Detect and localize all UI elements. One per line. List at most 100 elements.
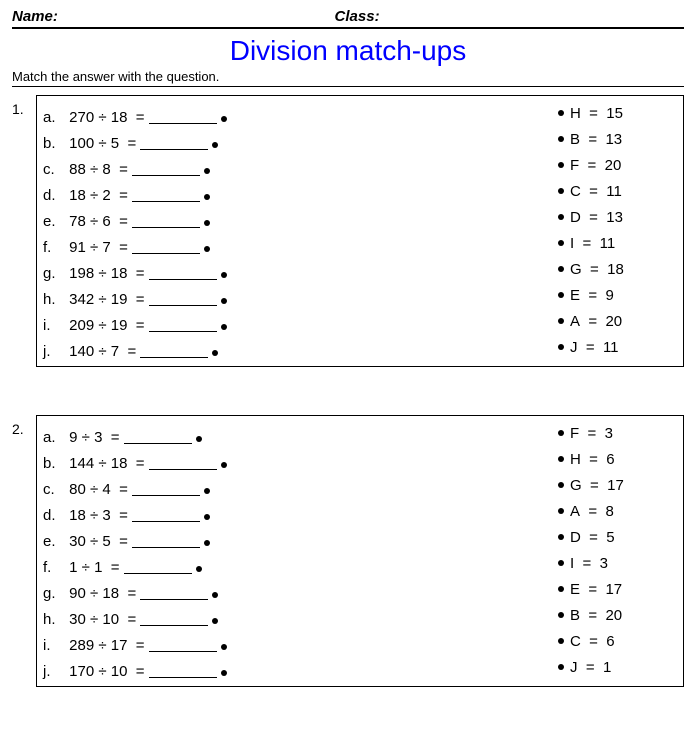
answer-blank[interactable]	[149, 264, 217, 280]
question-expression: 342 ÷ 19 =	[65, 291, 145, 308]
worksheet-header: Name: Class:	[12, 8, 684, 29]
answer-letter: G	[570, 261, 582, 278]
question-row: e. 30 ÷ 5 =	[43, 524, 558, 550]
answer-blank[interactable]	[140, 134, 208, 150]
question-letter: a.	[43, 429, 65, 446]
answer-blank[interactable]	[132, 186, 200, 202]
question-row: d. 18 ÷ 2 =	[43, 178, 558, 204]
question-expression: 140 ÷ 7 =	[65, 343, 136, 360]
worksheet-title: Division match-ups	[12, 35, 684, 67]
question-expression: 88 ÷ 8 =	[65, 161, 128, 178]
answer-equals: =	[580, 131, 605, 148]
problem-box: a. 9 ÷ 3 =b. 144 ÷ 18 =c. 80 ÷ 4 =d. 18 …	[36, 415, 684, 687]
match-dot-icon	[196, 436, 202, 442]
answer-blank[interactable]	[124, 428, 192, 444]
answer-equals: =	[581, 633, 606, 650]
question-expression: 170 ÷ 10 =	[65, 663, 145, 680]
answer-row: I = 3	[558, 550, 673, 576]
answer-letter: D	[570, 209, 581, 226]
answer-blank[interactable]	[149, 290, 217, 306]
answer-letter: H	[570, 105, 581, 122]
answer-blank[interactable]	[132, 532, 200, 548]
match-dot-icon	[558, 136, 564, 142]
answer-blank[interactable]	[140, 610, 208, 626]
question-letter: g.	[43, 265, 65, 282]
match-dot-icon	[221, 116, 227, 122]
answer-value: 20	[605, 157, 622, 174]
answer-letter: H	[570, 451, 581, 468]
question-expression: 91 ÷ 7 =	[65, 239, 128, 256]
answer-blank[interactable]	[124, 558, 192, 574]
question-row: f. 91 ÷ 7 =	[43, 230, 558, 256]
match-dot-icon	[558, 240, 564, 246]
answer-blank[interactable]	[132, 506, 200, 522]
answer-blank[interactable]	[140, 584, 208, 600]
question-expression: 18 ÷ 2 =	[65, 187, 128, 204]
question-letter: j.	[43, 663, 65, 680]
question-expression: 144 ÷ 18 =	[65, 455, 145, 472]
answer-equals: =	[580, 607, 605, 624]
question-row: i. 289 ÷ 17 =	[43, 628, 558, 654]
question-expression: 18 ÷ 3 =	[65, 507, 128, 524]
match-dot-icon	[558, 214, 564, 220]
question-row: c. 80 ÷ 4 =	[43, 472, 558, 498]
match-dot-icon	[212, 142, 218, 148]
match-dot-icon	[196, 566, 202, 572]
match-dot-icon	[558, 508, 564, 514]
match-dot-icon	[558, 664, 564, 670]
question-letter: c.	[43, 161, 65, 178]
match-dot-icon	[558, 266, 564, 272]
question-row: d. 18 ÷ 3 =	[43, 498, 558, 524]
match-dot-icon	[558, 430, 564, 436]
question-row: i. 209 ÷ 19 =	[43, 308, 558, 334]
match-dot-icon	[221, 644, 227, 650]
answer-row: F = 20	[558, 152, 673, 178]
answer-letter: A	[570, 313, 580, 330]
answer-row: A = 20	[558, 308, 673, 334]
match-dot-icon	[558, 534, 564, 540]
answer-row: J = 11	[558, 334, 673, 360]
answer-equals: =	[580, 313, 605, 330]
question-expression: 9 ÷ 3 =	[65, 429, 120, 446]
question-row: b. 100 ÷ 5 =	[43, 126, 558, 152]
answer-value: 6	[606, 633, 614, 650]
answer-row: D = 13	[558, 204, 673, 230]
set-number: 2.	[12, 415, 36, 437]
answer-letter: E	[570, 581, 580, 598]
match-dot-icon	[221, 670, 227, 676]
answer-blank[interactable]	[132, 160, 200, 176]
answer-blank[interactable]	[149, 454, 217, 470]
answer-blank[interactable]	[149, 108, 217, 124]
question-letter: j.	[43, 343, 65, 360]
answer-blank[interactable]	[132, 212, 200, 228]
match-dot-icon	[558, 188, 564, 194]
question-row: g. 198 ÷ 18 =	[43, 256, 558, 282]
question-row: g. 90 ÷ 18 =	[43, 576, 558, 602]
answer-blank[interactable]	[149, 636, 217, 652]
answer-blank[interactable]	[149, 662, 217, 678]
match-dot-icon	[558, 162, 564, 168]
answer-value: 13	[606, 209, 623, 226]
answer-blank[interactable]	[149, 316, 217, 332]
answer-blank[interactable]	[140, 342, 208, 358]
match-dot-icon	[558, 612, 564, 618]
question-expression: 198 ÷ 18 =	[65, 265, 145, 282]
answer-row: H = 15	[558, 100, 673, 126]
question-letter: h.	[43, 291, 65, 308]
answer-blank[interactable]	[132, 480, 200, 496]
problem-sets: 1.a. 270 ÷ 18 =b. 100 ÷ 5 =c. 88 ÷ 8 =d.…	[12, 95, 684, 687]
question-letter: f.	[43, 559, 65, 576]
match-dot-icon	[558, 318, 564, 324]
question-letter: f.	[43, 239, 65, 256]
answer-letter: D	[570, 529, 581, 546]
question-row: h. 30 ÷ 10 =	[43, 602, 558, 628]
answer-value: 8	[605, 503, 613, 520]
match-dot-icon	[558, 292, 564, 298]
question-letter: a.	[43, 109, 65, 126]
answer-row: E = 17	[558, 576, 673, 602]
question-expression: 209 ÷ 19 =	[65, 317, 145, 334]
question-letter: i.	[43, 637, 65, 654]
question-row: c. 88 ÷ 8 =	[43, 152, 558, 178]
match-dot-icon	[221, 298, 227, 304]
answer-blank[interactable]	[132, 238, 200, 254]
